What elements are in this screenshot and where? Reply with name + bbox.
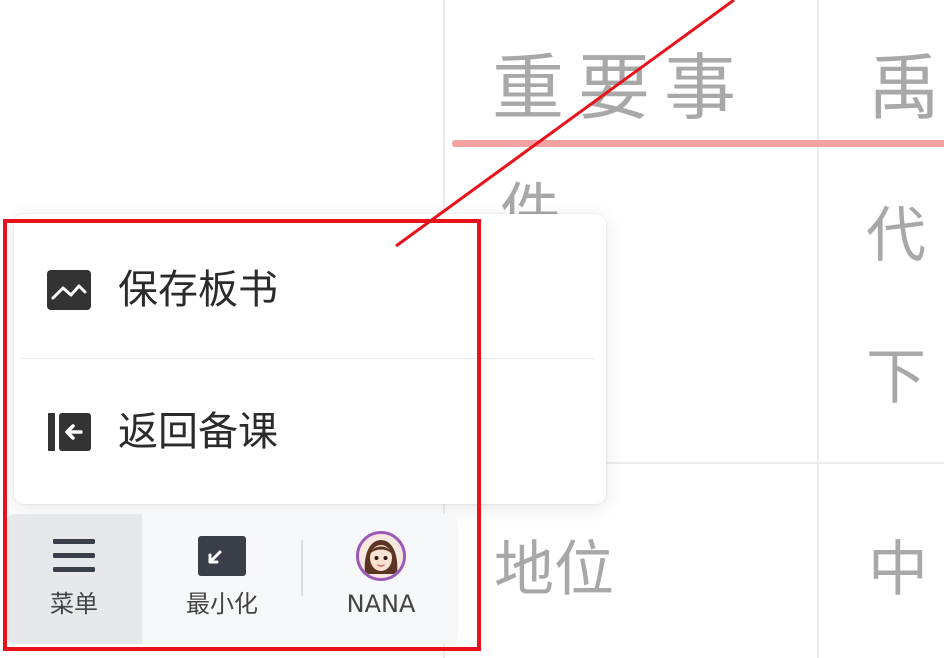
minimize-button-label: 最小化 bbox=[186, 590, 258, 618]
hamburger-icon bbox=[53, 534, 95, 578]
bottom-toolbar: 菜单 最小化 NANA bbox=[6, 514, 458, 644]
menu-divider bbox=[20, 358, 594, 359]
avatar bbox=[356, 531, 406, 581]
menu-item-label: 保存板书 bbox=[118, 267, 278, 313]
popup-menu: 保存板书 返回备课 bbox=[14, 214, 606, 504]
minimize-icon bbox=[198, 534, 246, 578]
board-heading-left: 重要事 bbox=[492, 46, 751, 130]
board-cell-text: 代 bbox=[866, 201, 926, 271]
menu-item-label: 返回备课 bbox=[118, 409, 278, 455]
return-icon bbox=[48, 413, 91, 451]
image-icon bbox=[47, 270, 91, 310]
user-profile-button[interactable]: NANA bbox=[304, 514, 458, 644]
board-cell-text: 下 bbox=[866, 343, 926, 413]
return-to-prep-menu-item[interactable]: 返回备课 bbox=[14, 362, 606, 502]
table-column-divider bbox=[817, 0, 819, 658]
user-name-label: NANA bbox=[346, 590, 416, 618]
avatar-wrapper bbox=[356, 531, 406, 581]
board-cell-text: 地位 bbox=[494, 535, 614, 605]
board-heading-right: 禹 bbox=[868, 46, 944, 130]
menu-button[interactable]: 菜单 bbox=[6, 514, 142, 644]
minimize-button[interactable]: 最小化 bbox=[142, 514, 302, 644]
board-cell-text: 中 bbox=[868, 535, 928, 605]
menu-button-label: 菜单 bbox=[50, 590, 98, 618]
heading-underline bbox=[452, 140, 944, 147]
save-board-menu-item[interactable]: 保存板书 bbox=[14, 220, 606, 360]
avatar-face-icon bbox=[359, 534, 403, 578]
